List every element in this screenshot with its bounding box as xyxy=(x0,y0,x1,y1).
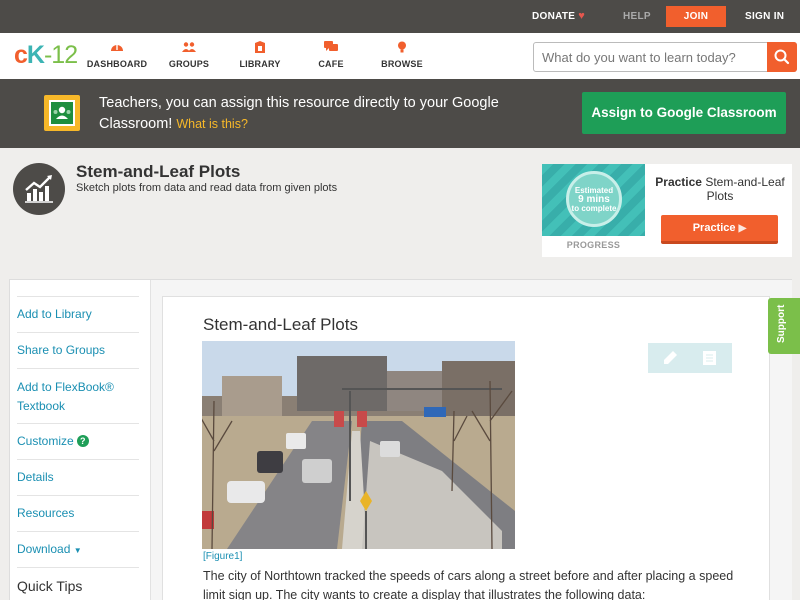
annotation-tools xyxy=(648,343,732,373)
sidebar-item-add-to-library[interactable]: Add to Library xyxy=(17,296,139,332)
progress-graphic: Estimated 9 mins to complete xyxy=(542,164,645,236)
assign-google-classroom-button[interactable]: Assign to Google Classroom xyxy=(582,92,786,134)
page-title: Stem-and-Leaf Plots xyxy=(76,162,241,181)
sign-in-link[interactable]: SIGN IN xyxy=(745,0,784,33)
street-photo xyxy=(202,341,515,549)
dashboard-icon xyxy=(111,45,123,51)
content-frame: Add to Library Share to Groups Add to Fl… xyxy=(9,279,792,600)
article-body: The city of Northtown tracked the speeds… xyxy=(203,569,734,600)
google-classroom-banner: Teachers, you can assign this resource d… xyxy=(0,79,800,148)
browse-icon xyxy=(398,41,406,53)
top-utility-bar: DONATE ♥ HELP JOIN SIGN IN xyxy=(0,0,800,33)
estimated-time-badge: Estimated 9 mins to complete xyxy=(566,171,622,227)
main-nav: cK-12 DASHBOARD GROUPS LIBRARY CAFE BROW… xyxy=(0,33,800,79)
search-box xyxy=(533,42,797,72)
nav-library[interactable]: LIBRARY xyxy=(225,41,295,69)
article-title: Stem-and-Leaf Plots xyxy=(203,315,358,334)
search-button[interactable] xyxy=(767,42,797,72)
library-icon xyxy=(255,41,265,53)
nav-groups[interactable]: GROUPS xyxy=(154,41,224,69)
chart-trend-icon xyxy=(13,163,65,215)
google-classroom-icon xyxy=(44,95,80,131)
donate-link[interactable]: DONATE ♥ xyxy=(532,0,585,33)
article-card: Stem-and-Leaf Plots [Figure1] The city o… xyxy=(162,296,770,600)
groups-icon xyxy=(182,42,196,52)
sidebar-item-details[interactable]: Details xyxy=(17,459,139,495)
pencil-icon[interactable] xyxy=(662,350,678,366)
ck12-logo[interactable]: cK-12 xyxy=(14,41,78,70)
nav-dashboard[interactable]: DASHBOARD xyxy=(82,41,152,69)
classroom-message: Teachers, you can assign this resource d… xyxy=(99,95,499,132)
caret-down-icon: ▼ xyxy=(73,546,82,555)
help-link[interactable]: HELP xyxy=(623,0,651,33)
sidebar: Add to Library Share to Groups Add to Fl… xyxy=(10,280,151,600)
search-input[interactable] xyxy=(534,43,764,71)
practice-title: Practice Stem-and-Leaf Plots xyxy=(655,175,785,203)
sidebar-item-add-to-flexbook[interactable]: Add to FlexBook® Textbook xyxy=(17,368,139,423)
support-tab[interactable]: Support xyxy=(768,298,800,354)
cafe-icon xyxy=(324,41,338,51)
sidebar-item-download[interactable]: Download ▼ xyxy=(17,531,139,567)
heart-icon: ♥ xyxy=(578,10,586,22)
progress-label: PROGRESS xyxy=(566,240,621,250)
help-question-icon[interactable]: ? xyxy=(76,435,89,447)
page-subtitle: Sketch plots from data and read data fro… xyxy=(76,182,338,194)
main-pane: Stem-and-Leaf Plots [Figure1] The city o… xyxy=(151,280,792,600)
quick-tips-heading: Quick Tips xyxy=(17,578,83,594)
figure-caption-link[interactable]: [Figure1] xyxy=(203,551,242,562)
notes-icon[interactable] xyxy=(703,351,716,365)
sidebar-item-customize[interactable]: Customize? xyxy=(17,423,139,459)
join-button[interactable]: JOIN xyxy=(666,6,726,27)
sidebar-divider xyxy=(17,567,139,568)
search-icon xyxy=(774,49,790,65)
practice-card: Estimated 9 mins to complete PROGRESS Pr… xyxy=(542,164,792,257)
practice-button[interactable]: Practice ▶ xyxy=(661,215,778,244)
sidebar-item-resources[interactable]: Resources xyxy=(17,495,139,531)
what-is-this-link[interactable]: What is this? xyxy=(176,117,248,131)
nav-browse[interactable]: BROWSE xyxy=(367,41,437,69)
nav-cafe[interactable]: CAFE xyxy=(296,41,366,69)
sidebar-item-share-to-groups[interactable]: Share to Groups xyxy=(17,332,139,368)
chevron-right-icon: ▶ xyxy=(738,223,747,234)
